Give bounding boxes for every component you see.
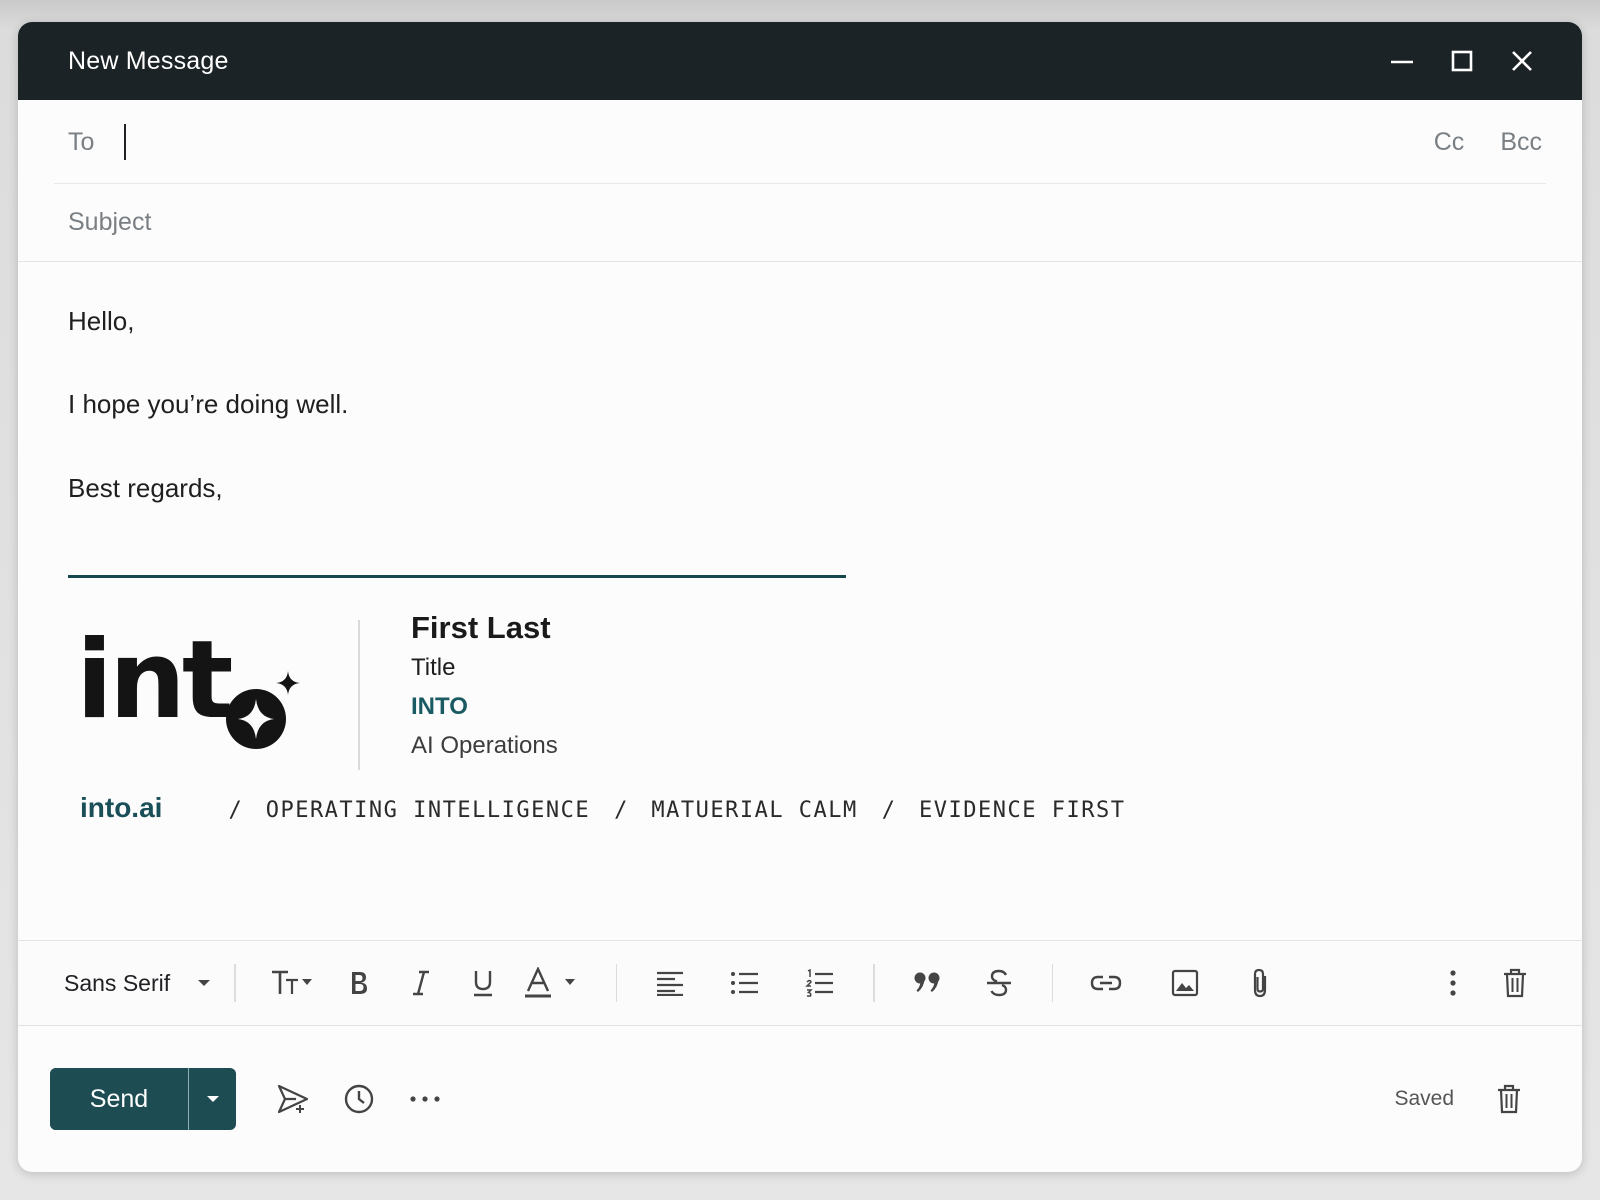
underline-icon — [473, 971, 492, 997]
maximize-icon — [1451, 50, 1473, 72]
numbered-list-icon — [805, 969, 834, 997]
schedule-send-icon — [277, 1084, 309, 1114]
body-greeting: Hello, — [68, 306, 135, 336]
tagline-separator: / — [228, 798, 242, 823]
send-button[interactable]: Send — [50, 1068, 188, 1130]
font-family-select[interactable]: Sans Serif — [64, 970, 212, 997]
discard-draft-icon — [1498, 1084, 1520, 1114]
tagline-separator: / — [614, 798, 628, 823]
image-icon — [1172, 969, 1199, 997]
tagline-item: EVIDENCE FIRST — [919, 798, 1126, 823]
signature-tagline: into.ai / OPERATING INTELLIGENCE / MATUE… — [80, 792, 1125, 824]
font-family-value: Sans Serif — [64, 969, 171, 996]
close-icon — [1512, 51, 1532, 71]
more-options-button[interactable] — [1429, 959, 1477, 1007]
toolbar-divider — [615, 964, 618, 1002]
align-icon — [657, 971, 684, 996]
text-color-button[interactable] — [521, 959, 587, 1007]
attach-file-button[interactable] — [1236, 959, 1284, 1007]
link-icon — [1090, 975, 1122, 991]
signature-title: Title — [411, 654, 456, 681]
send-button-group: Send — [50, 1068, 236, 1130]
bulleted-list-button[interactable] — [721, 959, 769, 1007]
underline-button[interactable] — [459, 959, 507, 1007]
align-button[interactable] — [646, 959, 694, 1007]
schedule-clock-button[interactable] — [334, 1074, 384, 1124]
logo-wordmark: int — [76, 618, 234, 743]
cc-bcc-links: Cc Bcc — [1434, 128, 1542, 157]
text-color-icon — [524, 967, 575, 998]
strikethrough-button[interactable] — [975, 959, 1023, 1007]
send-options-button[interactable] — [188, 1068, 236, 1130]
insert-image-button[interactable] — [1161, 959, 1209, 1007]
body-text: I hope you’re doing well. — [68, 389, 349, 419]
to-label: To — [68, 127, 95, 156]
bulleted-list-icon — [731, 972, 759, 994]
chevron-down-icon — [198, 980, 211, 986]
italic-icon — [412, 970, 429, 996]
signature-company: INTO — [411, 693, 468, 720]
schedule-send-button[interactable] — [268, 1074, 318, 1124]
company-logo: int — [76, 627, 306, 777]
quote-button[interactable] — [904, 959, 952, 1007]
discard-draft-button[interactable] — [1484, 1074, 1534, 1124]
window-title: New Message — [68, 46, 229, 75]
italic-button[interactable] — [397, 959, 445, 1007]
subject-row — [18, 184, 1582, 262]
cc-link[interactable]: Cc — [1434, 128, 1465, 157]
numbered-list-button[interactable] — [796, 959, 844, 1007]
more-icon — [410, 1096, 440, 1102]
signature-divider — [358, 620, 360, 770]
body-closing: Best regards, — [68, 473, 223, 503]
text-size-icon — [271, 970, 312, 994]
toolbar-divider — [873, 964, 875, 1002]
link-button[interactable] — [1082, 959, 1130, 1007]
delete-icon — [1504, 968, 1526, 998]
schedule-clock-icon — [344, 1084, 374, 1114]
compose-titlebar: New Message — [18, 22, 1582, 100]
bold-icon — [351, 972, 367, 994]
draft-status: Saved — [1394, 1087, 1454, 1110]
bcc-link[interactable]: Bcc — [1500, 128, 1542, 157]
logo-sparkle-o-icon — [226, 671, 300, 749]
close-button[interactable] — [1492, 31, 1552, 91]
more-button[interactable] — [400, 1074, 450, 1124]
strikethrough-icon — [986, 969, 1011, 997]
toolbar-divider — [1051, 964, 1054, 1002]
signature-website-link[interactable]: into.ai — [80, 792, 162, 824]
compose-footer: Send Saved — [18, 1026, 1582, 1172]
text-size-button[interactable] — [265, 959, 321, 1007]
signature-name: First Last — [411, 610, 551, 645]
attachment-icon — [1254, 968, 1267, 998]
subject-input[interactable] — [68, 200, 1532, 245]
compose-window: New Message To Cc Bcc Hello, I hope you’… — [18, 22, 1582, 1172]
toolbar-delete-button[interactable] — [1491, 959, 1539, 1007]
send-options-dropdown-icon — [206, 1096, 219, 1102]
signature-department: AI Operations — [411, 732, 558, 759]
toolbar-divider — [234, 964, 236, 1002]
quote-icon — [914, 972, 940, 992]
signature-rule — [68, 575, 846, 578]
bold-button[interactable] — [335, 959, 383, 1007]
formatting-toolbar: Sans Serif — [18, 940, 1582, 1026]
tagline-item: OPERATING INTELLIGENCE — [265, 798, 591, 823]
to-row: To Cc Bcc — [18, 100, 1582, 184]
tagline-item: MATUERIAL CALM — [651, 798, 858, 823]
to-input[interactable] — [126, 120, 1434, 164]
maximize-button[interactable] — [1432, 31, 1492, 91]
more-options-icon — [1450, 970, 1456, 996]
minimize-button[interactable] — [1372, 31, 1432, 91]
minimize-icon — [1391, 60, 1413, 64]
tagline-separator: / — [881, 798, 896, 823]
